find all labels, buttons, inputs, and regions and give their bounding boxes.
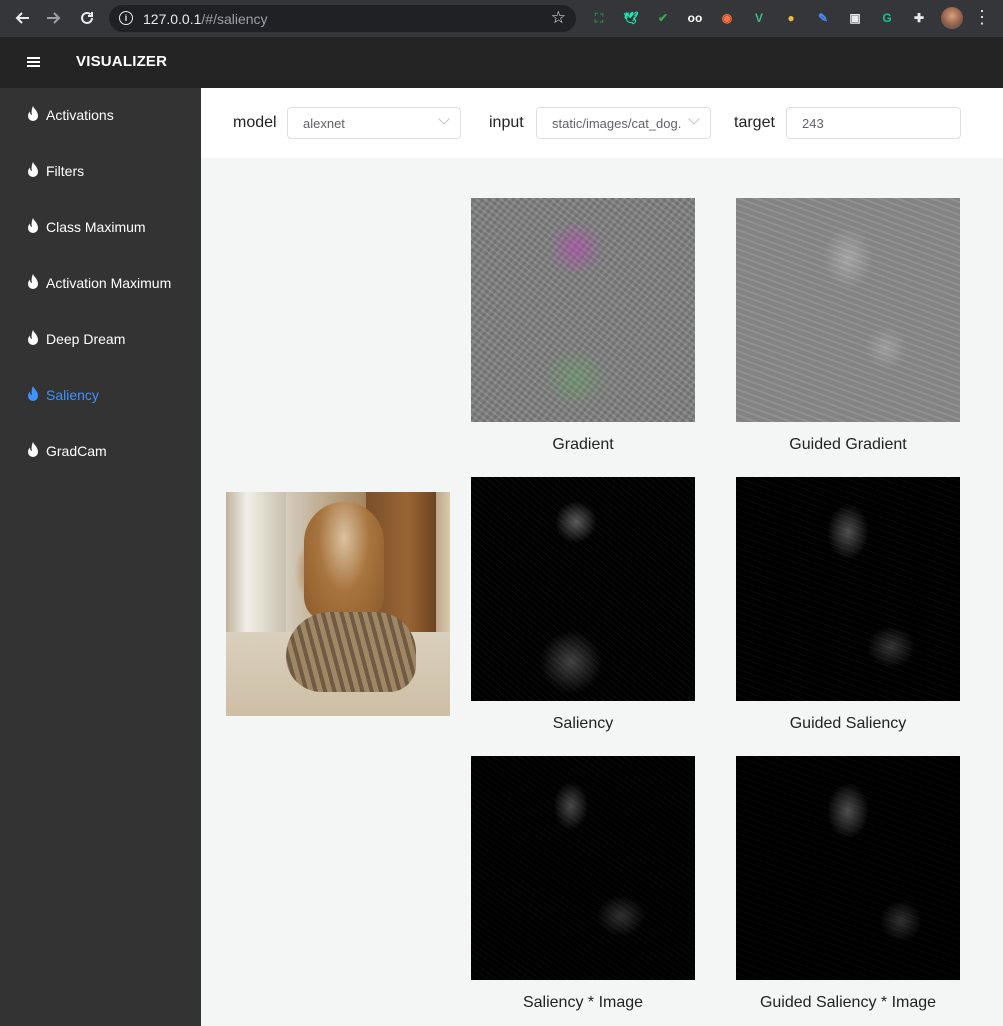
gradient-image <box>471 198 695 422</box>
flame-icon <box>28 106 38 121</box>
reload-icon[interactable] <box>75 6 99 30</box>
shield-ext-icon[interactable]: ✔ <box>654 9 672 27</box>
app-title: VISUALIZER <box>76 53 168 70</box>
feather-ext-icon[interactable]: ✎ <box>814 9 832 27</box>
sidebar-item-label: Class Maximum <box>46 219 146 235</box>
sidebar-item-saliency[interactable]: Saliency <box>0 368 201 424</box>
screenshot-ext-icon[interactable]: ⛶ <box>590 9 608 27</box>
address-bar[interactable]: i 127.0.0.1/#/saliency ☆ <box>109 5 576 32</box>
sidebar-item-label: Activations <box>46 107 114 123</box>
forward-icon[interactable] <box>42 6 66 30</box>
sidebar-item-activations[interactable]: Activations <box>0 88 201 144</box>
chevron-down-icon <box>438 113 450 125</box>
flame-icon <box>28 162 38 177</box>
input-select[interactable]: static/images/cat_dog.png <box>536 107 711 139</box>
bookmark-star-icon[interactable]: ☆ <box>551 8 566 28</box>
flame-icon <box>28 218 38 233</box>
guided-saliency-times-image <box>736 756 960 980</box>
model-select-value: alexnet <box>303 116 345 131</box>
owl-ext-icon[interactable]: ◉ <box>718 9 736 27</box>
browser-toolbar: i 127.0.0.1/#/saliency ☆ ⛶ 🕊 ✔ oo ◉ V ● ✎ ▣ G ✚ ⋮ <box>0 0 1003 37</box>
sidebar-item-gradcam[interactable]: GradCam <box>0 424 201 480</box>
sidebar-item-class-maximum[interactable]: Class Maximum <box>0 200 201 256</box>
sidebar-item-label: Deep Dream <box>46 331 126 347</box>
grammarly-ext-icon[interactable]: G <box>878 9 896 27</box>
sidebar-item-label: Saliency <box>46 387 99 403</box>
glasses-ext-icon[interactable]: oo <box>686 9 704 27</box>
window-ext-icon[interactable]: ▣ <box>846 9 864 27</box>
saliency-caption: Saliency <box>552 715 614 732</box>
flame-icon <box>28 386 38 401</box>
sidebar-item-label: Filters <box>46 163 85 179</box>
url-text: 127.0.0.1/#/saliency <box>143 11 268 27</box>
input-image <box>226 492 450 716</box>
back-icon[interactable] <box>10 6 34 30</box>
saliency-image <box>471 477 695 701</box>
guided-gradient-caption: Guided Gradient <box>789 436 907 453</box>
target-input[interactable]: 243 <box>786 107 961 139</box>
guided-saliency-times-image-caption: Guided Saliency * Image <box>759 994 937 1011</box>
sidebar-item-deep-dream[interactable]: Deep Dream <box>0 312 201 368</box>
menu-toggle-icon[interactable] <box>27 57 40 67</box>
sidebar-item-label: Activation Maximum <box>46 275 172 291</box>
ball-ext-icon[interactable]: ● <box>782 9 800 27</box>
browser-menu-icon[interactable]: ⋮ <box>973 8 991 26</box>
profile-avatar[interactable] <box>941 7 963 29</box>
vue-ext-icon[interactable]: V <box>750 9 768 27</box>
gradient-caption: Gradient <box>552 436 614 453</box>
chevron-down-icon <box>688 113 700 125</box>
model-label: model <box>233 114 277 131</box>
puzzle-ext-icon[interactable]: ✚ <box>910 9 928 27</box>
saliency-times-image <box>471 756 695 980</box>
sidebar-item-activation-maximum[interactable]: Activation Maximum <box>0 256 201 312</box>
sidebar-item-filters[interactable]: Filters <box>0 144 201 200</box>
guided-saliency-caption: Guided Saliency <box>789 715 907 732</box>
flame-icon <box>28 330 38 345</box>
sidebar: Activations Filters Class Maximum Activa… <box>0 88 201 1026</box>
target-input-value: 243 <box>802 116 824 131</box>
app-header: VISUALIZER <box>0 37 1003 88</box>
sidebar-item-label: GradCam <box>46 443 107 459</box>
flame-icon <box>28 274 38 289</box>
input-label: input <box>489 114 524 131</box>
guided-saliency-image <box>736 477 960 701</box>
controls-toolbar: model alexnet input static/images/cat_do… <box>201 88 1003 158</box>
target-label: target <box>734 114 775 131</box>
input-select-value: static/images/cat_dog.png <box>552 116 682 131</box>
info-icon[interactable]: i <box>119 11 133 25</box>
model-select[interactable]: alexnet <box>287 107 461 139</box>
saliency-times-image-caption: Saliency * Image <box>522 994 644 1011</box>
flame-icon <box>28 442 38 457</box>
guided-gradient-image <box>736 198 960 422</box>
bird-ext-icon[interactable]: 🕊 <box>622 9 640 27</box>
